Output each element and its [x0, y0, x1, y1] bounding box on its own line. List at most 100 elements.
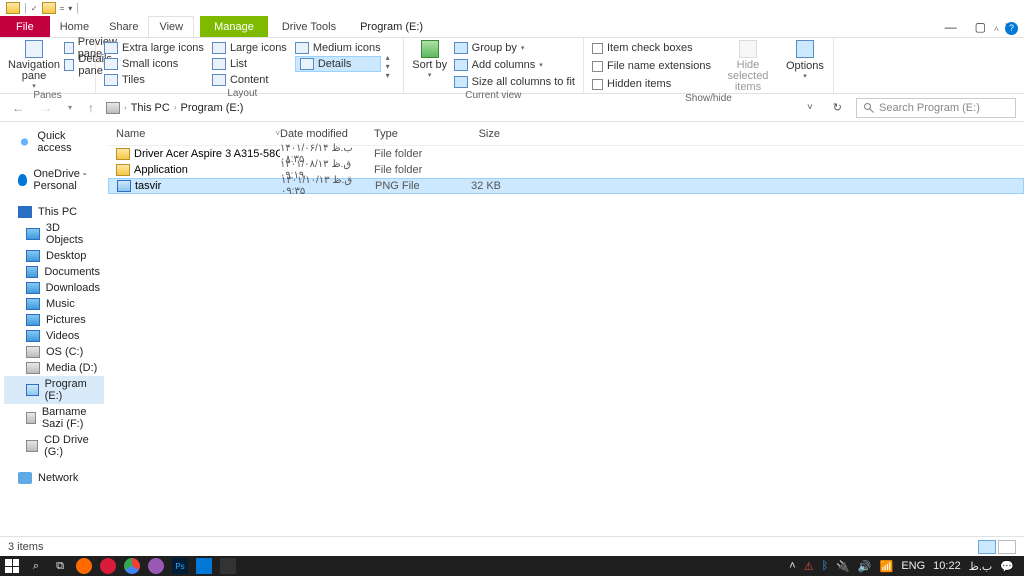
- column-name[interactable]: Name˅: [108, 128, 280, 140]
- file-row[interactable]: Driver Acer Aspire 3 A315-58G (Win 10-6.…: [108, 146, 1024, 162]
- qat-equals-icon[interactable]: =: [60, 4, 65, 13]
- tray-power-icon[interactable]: 🔌: [836, 560, 850, 573]
- start-button[interactable]: [4, 558, 20, 574]
- tray-notifications-icon[interactable]: 💬: [1000, 560, 1014, 573]
- column-size[interactable]: Size: [458, 128, 506, 140]
- layout-tiles[interactable]: Tiles: [104, 72, 204, 88]
- up-button[interactable]: ↑: [84, 101, 98, 115]
- group-by-button[interactable]: Group by ▾: [454, 40, 575, 56]
- taskbar-app-4[interactable]: [148, 558, 164, 574]
- tab-home[interactable]: Home: [50, 16, 99, 37]
- chevron-right-icon[interactable]: ›: [124, 103, 127, 112]
- taskbar-app-3[interactable]: [124, 558, 140, 574]
- file-name: Application: [134, 164, 188, 176]
- file-row[interactable]: tasvir۱۴۰۱/۱۰/۱۳ ق.ظ ۰۹:۳۵PNG File32 KB: [108, 178, 1024, 194]
- breadcrumb[interactable]: › This PC › Program (E:): [106, 102, 793, 114]
- content-icon: [212, 74, 226, 86]
- layout-extra-large[interactable]: Extra large icons: [104, 40, 204, 56]
- forward-button[interactable]: →: [36, 101, 56, 115]
- navigation-pane-button[interactable]: Navigation pane ▾: [8, 40, 60, 90]
- layout-gallery-expand[interactable]: ▴▾▾: [381, 40, 395, 93]
- nav-item-label: Barname Sazi (F:): [42, 406, 100, 430]
- refresh-button[interactable]: ↻: [827, 101, 848, 114]
- tab-share[interactable]: Share: [99, 16, 148, 37]
- nav-item-os-c-[interactable]: OS (C:): [4, 344, 104, 360]
- add-columns-button[interactable]: Add columns ▾: [454, 57, 575, 73]
- tab-manage[interactable]: Manage: [200, 16, 268, 37]
- tray-wifi-icon[interactable]: 📶: [880, 560, 894, 573]
- file-name: Driver Acer Aspire 3 A315-58G (Win 10-6.…: [134, 148, 280, 160]
- tray-bluetooth-icon[interactable]: ᛒ: [822, 560, 829, 572]
- nav-item-3d-objects[interactable]: 3D Objects: [4, 220, 104, 248]
- layout-content[interactable]: Content: [212, 72, 287, 88]
- taskbar-app-6[interactable]: [196, 558, 212, 574]
- tray-language[interactable]: ENG: [901, 560, 925, 572]
- column-type[interactable]: Type: [374, 128, 458, 140]
- back-button[interactable]: ←: [8, 101, 28, 115]
- task-view-button[interactable]: ⧉: [52, 558, 68, 574]
- search-icon: [863, 102, 875, 114]
- taskbar-app-1[interactable]: [76, 558, 92, 574]
- nav-item-desktop[interactable]: Desktop: [4, 248, 104, 264]
- taskbar-app-5[interactable]: Ps: [172, 558, 188, 574]
- help-icon[interactable]: ?: [1005, 22, 1018, 35]
- taskbar-app-7[interactable]: [220, 558, 236, 574]
- nav-network[interactable]: Network: [4, 470, 104, 486]
- tab-view[interactable]: View: [148, 16, 194, 37]
- sort-by-button[interactable]: Sort by ▾: [412, 40, 448, 90]
- layout-small[interactable]: Small icons: [104, 56, 204, 72]
- tray-chevron-icon[interactable]: ˄: [789, 560, 795, 572]
- layout-medium[interactable]: Medium icons: [295, 40, 381, 56]
- nav-item-cd-drive-g-[interactable]: CD Drive (G:): [4, 432, 104, 460]
- folder-icon: [26, 330, 40, 342]
- tab-drive-tools[interactable]: Drive Tools: [268, 16, 350, 37]
- chevron-right-icon[interactable]: ›: [174, 103, 177, 112]
- group-by-icon: [454, 42, 468, 54]
- file-extensions-toggle[interactable]: File name extensions: [592, 58, 711, 74]
- layout-large[interactable]: Large icons: [212, 40, 287, 56]
- qat-folder-icon[interactable]: [42, 2, 56, 14]
- breadcrumb-root[interactable]: This PC: [131, 102, 170, 114]
- nav-item-music[interactable]: Music: [4, 296, 104, 312]
- nav-quick-access[interactable]: Quick access: [4, 128, 104, 156]
- column-date[interactable]: Date modified: [280, 128, 374, 140]
- system-tray: ˄ ⚠ ᛒ 🔌 🔊 📶 ENG 10:22 ب.ظ 💬: [789, 560, 1020, 573]
- nav-item-videos[interactable]: Videos: [4, 328, 104, 344]
- tray-volume-icon[interactable]: 🔊: [858, 560, 872, 573]
- nav-item-downloads[interactable]: Downloads: [4, 280, 104, 296]
- search-input[interactable]: Search Program (E:): [856, 98, 1016, 118]
- file-row[interactable]: Application۱۴۰۱/۰۸/۱۳ ق.ظ ۰۹:۱۹File fold…: [108, 162, 1024, 178]
- hidden-items-toggle[interactable]: Hidden items: [592, 76, 711, 92]
- tray-time[interactable]: 10:22: [933, 560, 961, 572]
- recent-locations-button[interactable]: ▾: [64, 103, 76, 112]
- maximize-button[interactable]: ▢: [975, 20, 986, 34]
- nav-item-barname-sazi-f-[interactable]: Barname Sazi (F:): [4, 404, 104, 432]
- layout-list[interactable]: List: [212, 56, 287, 72]
- breadcrumb-leaf[interactable]: Program (E:): [180, 102, 243, 114]
- ribbon-collapse-icon[interactable]: ˄: [994, 24, 999, 34]
- drive-icon: [26, 384, 39, 396]
- qat-check-icon[interactable]: ✓: [31, 4, 38, 13]
- nav-network-label: Network: [38, 472, 78, 484]
- nav-item-media-d-[interactable]: Media (D:): [4, 360, 104, 376]
- item-check-boxes-toggle[interactable]: Item check boxes: [592, 40, 711, 56]
- tab-file[interactable]: File: [0, 16, 50, 37]
- tray-warning-icon[interactable]: ⚠: [804, 560, 814, 573]
- nav-this-pc[interactable]: This PC: [4, 204, 104, 220]
- nav-item-documents[interactable]: Documents: [4, 264, 104, 280]
- nav-onedrive[interactable]: OneDrive - Personal: [4, 166, 104, 194]
- nav-item-program-e-[interactable]: Program (E:): [4, 376, 104, 404]
- taskbar-app-2[interactable]: [100, 558, 116, 574]
- file-list: Name˅ Date modified Type Size Driver Ace…: [108, 122, 1024, 554]
- qat-dropdown-icon[interactable]: ▾: [68, 4, 72, 13]
- address-dropdown[interactable]: ˅: [801, 102, 819, 113]
- search-button[interactable]: ⌕: [28, 558, 44, 574]
- layout-details[interactable]: Details: [295, 56, 381, 72]
- large-icons-view-button[interactable]: [998, 540, 1016, 554]
- minimize-button[interactable]: —: [945, 20, 957, 34]
- options-button[interactable]: Options ▾: [785, 40, 825, 93]
- size-all-columns-button[interactable]: Size all columns to fit: [454, 74, 575, 90]
- nav-item-pictures[interactable]: Pictures: [4, 312, 104, 328]
- details-view-button[interactable]: [978, 540, 996, 554]
- folder-icon: [26, 314, 40, 326]
